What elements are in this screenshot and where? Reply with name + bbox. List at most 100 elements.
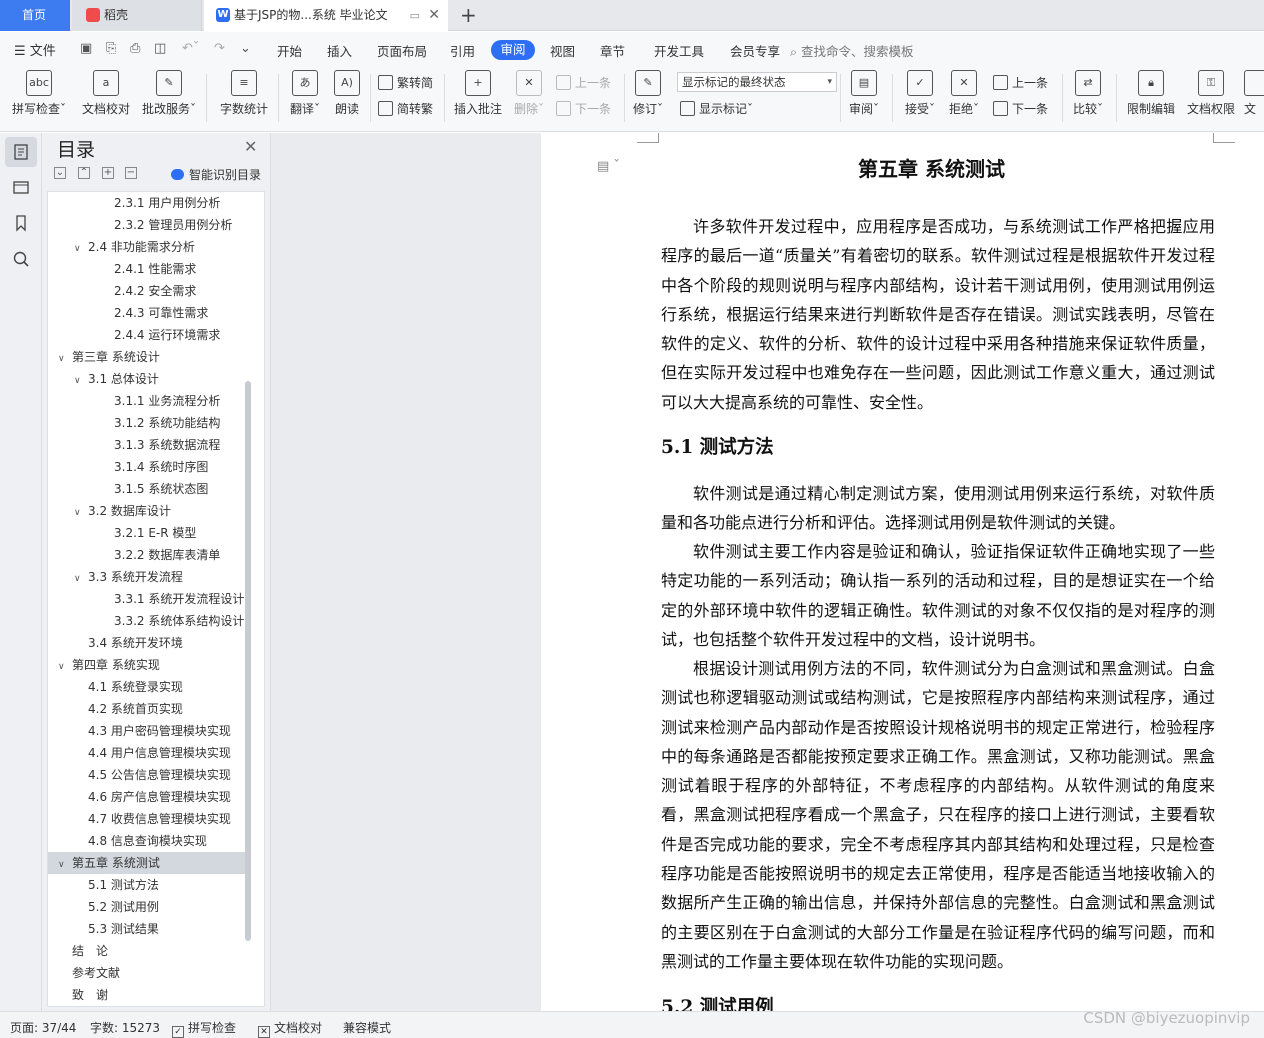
- chevron-down-icon[interactable]: ∨: [74, 502, 88, 522]
- annotate-service-button[interactable]: ✎ 批改服务ˇ: [140, 70, 198, 117]
- toc-item[interactable]: 3.1.3 系统数据流程: [48, 434, 245, 456]
- toc-item[interactable]: 3.2.1 E-R 模型: [48, 522, 245, 544]
- toc-item[interactable]: ∨ 第五章 系统测试: [48, 852, 245, 874]
- file-menu[interactable]: ☰ 文件: [14, 40, 56, 59]
- menu-view[interactable]: 视图: [550, 41, 575, 60]
- next-comment-button[interactable]: 下一条: [556, 100, 611, 117]
- markup-state-select[interactable]: 显示标记的最终状态 ▾: [677, 72, 837, 92]
- translate-button[interactable]: あ翻译ˇ: [286, 70, 324, 117]
- read-aloud-button[interactable]: A) 朗读: [330, 70, 364, 117]
- doc-proof-button[interactable]: a 文档校对: [78, 70, 134, 117]
- restrict-edit-button[interactable]: 🔒︎ 限制编辑: [1124, 70, 1178, 117]
- chevron-down-icon[interactable]: ∨: [58, 348, 72, 368]
- toc-item[interactable]: 4.7 收费信息管理模块实现: [48, 808, 245, 830]
- command-search[interactable]: ⌕ 查找命令、搜索模板: [790, 41, 914, 60]
- toc-item[interactable]: 致 谢: [48, 984, 245, 1006]
- toc-item[interactable]: ∨ 3.1 总体设计: [48, 368, 245, 390]
- toc-item[interactable]: 4.5 公告信息管理模块实现: [48, 764, 245, 786]
- spell-check-status[interactable]: ✓ 拼写检查: [172, 1019, 236, 1038]
- toc-item[interactable]: 2.4.1 性能需求: [48, 258, 245, 280]
- chevron-down-icon[interactable]: ∨: [74, 568, 88, 588]
- toc-item[interactable]: 结 论: [48, 940, 245, 962]
- reject-button[interactable]: ✕ 拒绝ˇ: [946, 70, 982, 117]
- toc-item[interactable]: ∨ 3.2 数据库设计: [48, 500, 245, 522]
- toc-item[interactable]: 3.4 系统开发环境: [48, 632, 245, 654]
- accept-button[interactable]: ✓ 接受ˇ: [902, 70, 938, 117]
- toc-item[interactable]: 3.3.2 系统体系结构设计: [48, 610, 245, 632]
- collapse-all-icon[interactable]: ⌄: [54, 167, 66, 179]
- toc-item[interactable]: 3.1.5 系统状态图: [48, 478, 245, 500]
- review-pane-button[interactable]: ▤ 审阅ˇ: [846, 70, 882, 117]
- prev-change-button[interactable]: 上一条: [993, 74, 1048, 91]
- insert-comment-button[interactable]: + 插入批注: [452, 70, 504, 117]
- toc-item[interactable]: 3.3.1 系统开发流程设计: [48, 588, 245, 610]
- toc-item[interactable]: 3.1.1 业务流程分析: [48, 390, 245, 412]
- toc-item[interactable]: 2.3.1 用户用例分析: [48, 192, 245, 214]
- menu-layout[interactable]: 页面布局: [377, 41, 427, 60]
- toc-item[interactable]: 4.4 用户信息管理模块实现: [48, 742, 245, 764]
- remove-heading-icon[interactable]: −: [125, 167, 137, 179]
- word-count-indicator[interactable]: 字数: 15273: [90, 1019, 160, 1036]
- undo-icon[interactable]: ↶ˇ: [182, 41, 199, 56]
- doc-permission-button[interactable]: ⚿ 文档权限: [1184, 70, 1238, 117]
- toc-item[interactable]: 2.3.2 管理员用例分析: [48, 214, 245, 236]
- toc-item[interactable]: 3.2.2 数据库表清单: [48, 544, 245, 566]
- delete-comment-button[interactable]: ✕ 删除ˇ: [510, 70, 548, 117]
- toc-item[interactable]: 2.4.2 安全需求: [48, 280, 245, 302]
- simp-to-trad-button[interactable]: 简转繁: [378, 100, 433, 117]
- toc-item[interactable]: 4.2 系统首页实现: [48, 698, 245, 720]
- add-heading-icon[interactable]: +: [102, 167, 114, 179]
- output-icon[interactable]: ⎘: [106, 41, 116, 56]
- chapter-nav-icon[interactable]: [11, 177, 31, 197]
- toc-item[interactable]: 5.3 测试结果: [48, 918, 245, 940]
- show-markup-button[interactable]: 显示标记ˇ: [680, 100, 753, 117]
- proof-status[interactable]: ✕ 文档校对: [258, 1019, 322, 1038]
- track-changes-button[interactable]: ✎ 修订ˇ: [630, 70, 666, 117]
- toc-item[interactable]: 4.1 系统登录实现: [48, 676, 245, 698]
- toc-item[interactable]: 3.1.2 系统功能结构: [48, 412, 245, 434]
- chevron-down-icon[interactable]: ∨: [74, 370, 88, 390]
- menu-devtools[interactable]: 开发工具: [654, 41, 704, 60]
- page-indicator[interactable]: 页面: 37/44: [10, 1019, 76, 1036]
- save-icon[interactable]: ▣: [80, 41, 92, 56]
- print-icon[interactable]: ⎙: [130, 41, 140, 56]
- preview-icon[interactable]: ◫: [154, 41, 166, 56]
- outline-icon[interactable]: [11, 142, 31, 162]
- next-change-button[interactable]: 下一条: [993, 100, 1048, 117]
- close-tab-icon[interactable]: ✕: [428, 0, 440, 31]
- menu-review[interactable]: 审阅: [491, 40, 535, 60]
- prev-comment-button[interactable]: 上一条: [556, 74, 611, 91]
- bookmark-icon[interactable]: [11, 213, 31, 233]
- trad-to-simp-button[interactable]: 繁转简: [378, 74, 433, 91]
- chevron-down-icon[interactable]: ∨: [58, 854, 72, 874]
- menu-insert[interactable]: 插入: [327, 41, 352, 60]
- doc-overflow-button[interactable]: 文: [1244, 70, 1264, 117]
- toc-item[interactable]: 参考文献: [48, 962, 245, 984]
- toc-item[interactable]: ∨ 3.3 系统开发流程: [48, 566, 245, 588]
- quick-access-more-icon[interactable]: ⌄: [240, 41, 251, 56]
- toc-scrollbar[interactable]: [245, 381, 251, 941]
- monitor-icon[interactable]: ▭: [410, 0, 420, 31]
- toc-item[interactable]: 3.1.4 系统时序图: [48, 456, 245, 478]
- tab-daoke[interactable]: 稻壳: [72, 0, 202, 31]
- word-count-button[interactable]: ≡ 字数统计: [216, 70, 272, 117]
- toc-item[interactable]: 4.6 房产信息管理模块实现: [48, 786, 245, 808]
- toc-item[interactable]: 4.3 用户密码管理模块实现: [48, 720, 245, 742]
- toc-item[interactable]: 5.1 测试方法: [48, 874, 245, 896]
- toc-item[interactable]: 5.2 测试用例: [48, 896, 245, 918]
- menu-reference[interactable]: 引用: [450, 41, 475, 60]
- tab-document[interactable]: W 基于JSP的物...系统 毕业论文 ▭ ✕: [204, 0, 448, 31]
- close-icon[interactable]: ✕: [244, 137, 257, 156]
- compare-button[interactable]: ⇄ 比较ˇ: [1070, 70, 1106, 117]
- search-icon[interactable]: [11, 249, 31, 269]
- menu-member[interactable]: 会员专享: [730, 41, 780, 60]
- toc-item[interactable]: 2.4.3 可靠性需求: [48, 302, 245, 324]
- toc-item[interactable]: ∨ 2.4 非功能需求分析: [48, 236, 245, 258]
- tab-home[interactable]: 首页: [0, 0, 70, 31]
- toc-item[interactable]: 4.8 信息查询模块实现: [48, 830, 245, 852]
- expand-all-icon[interactable]: ⌃: [78, 167, 90, 179]
- menu-section[interactable]: 章节: [600, 41, 625, 60]
- redo-icon[interactable]: ↷: [214, 41, 225, 56]
- new-tab-button[interactable]: +: [460, 0, 477, 31]
- toc-item[interactable]: ∨ 第三章 系统设计: [48, 346, 245, 368]
